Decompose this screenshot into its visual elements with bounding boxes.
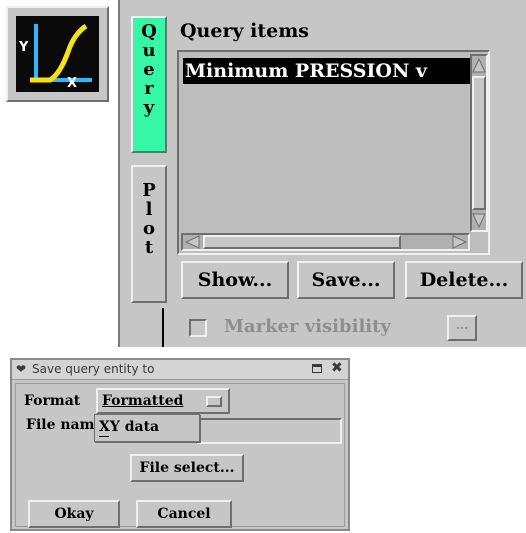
tab-query-letter: e (143, 59, 155, 80)
scroll-right-icon[interactable] (451, 235, 467, 249)
dropdown-indicator-icon (206, 396, 222, 407)
filename-input[interactable] (196, 418, 342, 444)
y-axis-label: Y (19, 40, 29, 55)
divider (162, 308, 164, 347)
query-items-label: Query items (180, 20, 310, 42)
tab-plot-letter: l (145, 199, 153, 220)
list-item-selected[interactable]: Minimum PRESSION v (183, 58, 470, 84)
maximize-icon[interactable] (312, 364, 322, 373)
xy-plot-icon: Y X (16, 16, 99, 92)
scroll-left-icon[interactable] (185, 235, 201, 249)
dialog-title: Save query entity to (32, 362, 155, 376)
tab-plot-letter: P (142, 180, 156, 201)
dialog-title-bar[interactable]: ❤ Save query entity to ✖ (12, 360, 348, 380)
file-select-button[interactable]: File select... (130, 454, 244, 482)
xy-plot-button[interactable]: Y X (6, 6, 109, 102)
cancel-button[interactable]: Cancel (136, 500, 232, 528)
list-item-label: Minimum PRESSION v (185, 60, 427, 82)
tab-query-letter: r (144, 78, 154, 99)
dropdown-option-xy-data[interactable]: XY data (99, 419, 159, 435)
chevron-down-icon[interactable]: ❤ (16, 362, 26, 376)
scroll-down-icon[interactable] (472, 212, 486, 228)
vertical-scrollbar[interactable] (470, 54, 488, 232)
marker-visibility-checkbox[interactable] (189, 319, 207, 337)
vertical-scroll-thumb[interactable] (472, 76, 486, 210)
tab-plot-letter: o (142, 218, 155, 239)
close-icon[interactable]: ✖ (331, 360, 343, 376)
save-button[interactable]: Save... (297, 261, 395, 299)
delete-button[interactable]: Delete... (405, 261, 523, 299)
format-label: Format (24, 393, 81, 409)
filename-label: File name (26, 417, 100, 433)
horizontal-scrollbar[interactable] (181, 233, 470, 251)
tab-plot[interactable]: P l o t (131, 165, 167, 303)
marker-visibility-label: Marker visibility (224, 316, 391, 337)
marker-options-label: ... (455, 318, 469, 332)
x-axis-label: X (67, 76, 78, 91)
tab-query-letter: Q (141, 21, 157, 42)
horizontal-scroll-thumb[interactable] (203, 235, 401, 249)
format-dropdown-menu: XY data (94, 414, 200, 442)
format-dropdown[interactable]: Formatted (96, 388, 230, 414)
scroll-up-icon[interactable] (472, 58, 486, 74)
option-underline (99, 436, 109, 437)
tab-query-letter: y (143, 97, 155, 118)
marker-options-button[interactable]: ... (447, 315, 477, 341)
okay-button[interactable]: Okay (28, 500, 120, 528)
tab-query-letter: u (142, 40, 156, 61)
tab-plot-letter: t (144, 237, 154, 258)
format-value: Formatted (102, 393, 184, 409)
show-button[interactable]: Show... (181, 261, 289, 299)
tab-query[interactable]: Q u e r y (131, 16, 167, 153)
save-dialog: ❤ Save query entity to ✖ Format Formatte… (10, 358, 350, 531)
query-items-list[interactable]: Minimum PRESSION v (177, 50, 490, 255)
